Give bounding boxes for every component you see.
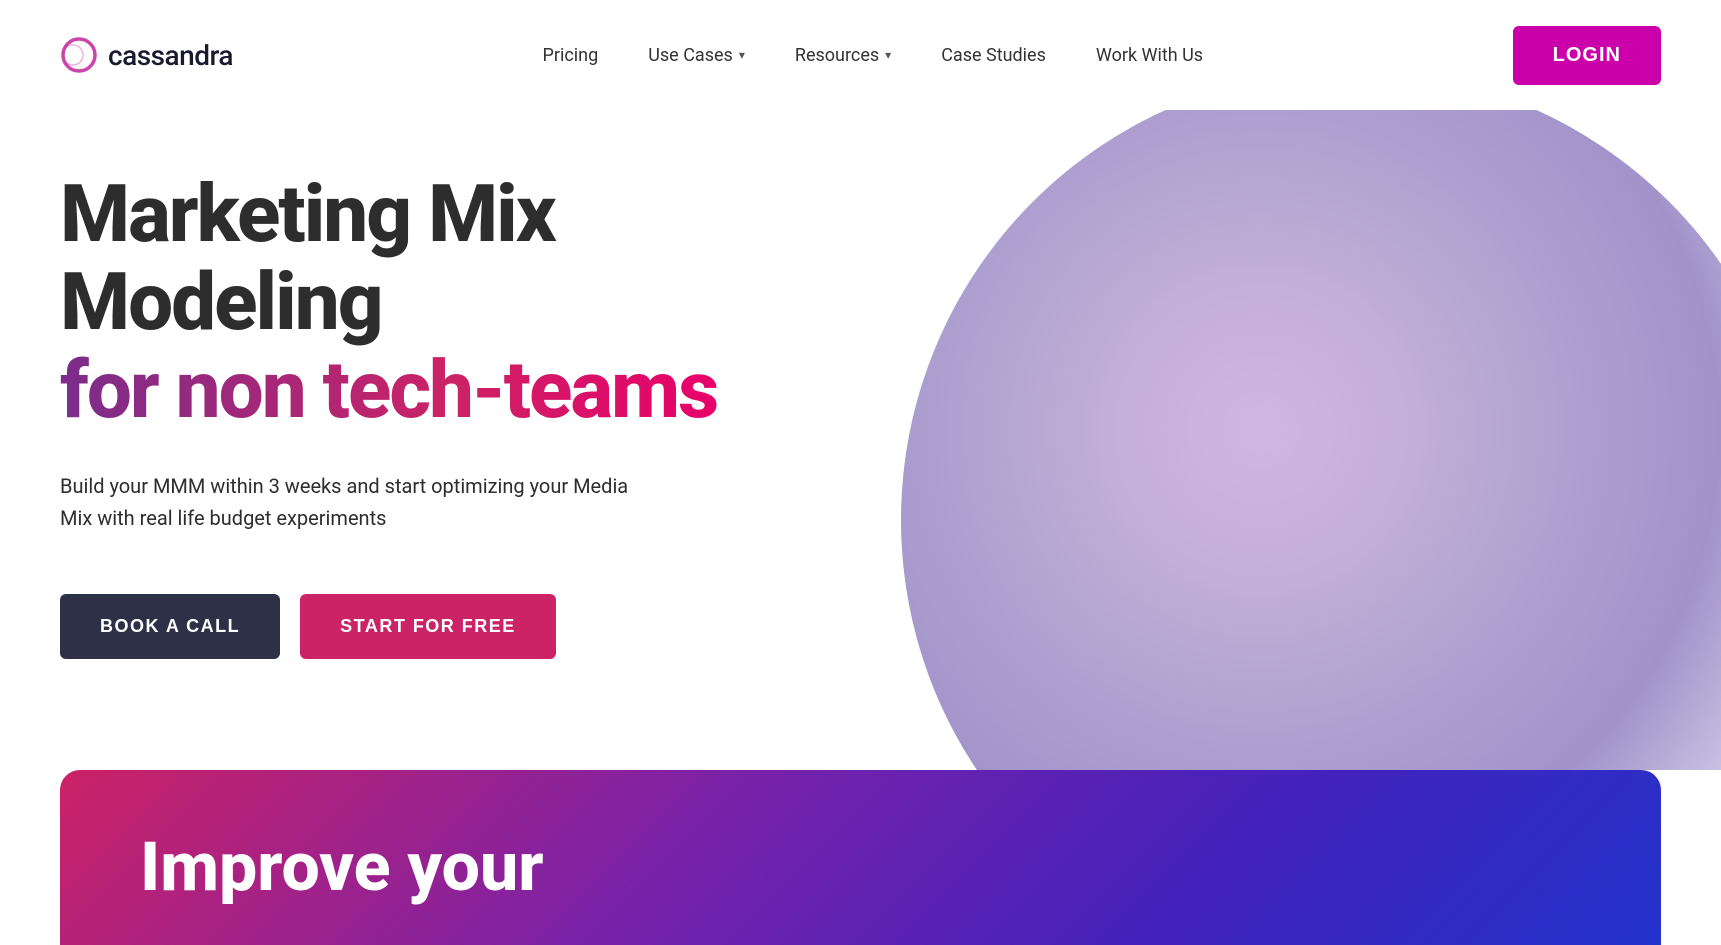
- book-call-button[interactable]: BOOK A CALL: [60, 594, 280, 659]
- navigation: cassandra Pricing Use Cases ▾ Resources …: [0, 0, 1721, 110]
- bottom-banner-text: Improve your: [140, 830, 544, 905]
- hero-buttons: BOOK A CALL START FOR FREE: [60, 594, 760, 659]
- chevron-down-icon: ▾: [885, 48, 891, 62]
- start-free-button[interactable]: START FOR FREE: [300, 594, 556, 659]
- nav-item-pricing[interactable]: Pricing: [543, 45, 599, 66]
- nav-right: LOGIN: [1513, 26, 1661, 85]
- nav-item-use-cases[interactable]: Use Cases ▾: [648, 45, 745, 66]
- nav-item-resources[interactable]: Resources ▾: [795, 45, 891, 66]
- hero-section: Marketing Mix Modeling for non tech-team…: [0, 110, 1721, 770]
- hero-content: Marketing Mix Modeling for non tech-team…: [60, 170, 760, 659]
- hero-title-line1: Marketing Mix Modeling: [60, 167, 555, 349]
- hero-title: Marketing Mix Modeling for non tech-team…: [60, 170, 760, 434]
- chevron-down-icon: ▾: [739, 48, 745, 62]
- nav-item-case-studies[interactable]: Case Studies: [941, 45, 1046, 66]
- bottom-banner: Improve your: [60, 770, 1661, 945]
- hero-circle-decoration: [901, 110, 1721, 770]
- hero-title-line2: for non tech-teams: [60, 343, 717, 437]
- nav-item-work-with-us[interactable]: Work With Us: [1096, 45, 1203, 66]
- nav-links: Pricing Use Cases ▾ Resources ▾ Case Stu…: [543, 45, 1204, 66]
- logo-icon: [60, 36, 98, 74]
- logo-text: cassandra: [108, 39, 233, 72]
- logo[interactable]: cassandra: [60, 36, 233, 74]
- hero-subtitle: Build your MMM within 3 weeks and start …: [60, 470, 640, 534]
- login-button[interactable]: LOGIN: [1513, 26, 1661, 85]
